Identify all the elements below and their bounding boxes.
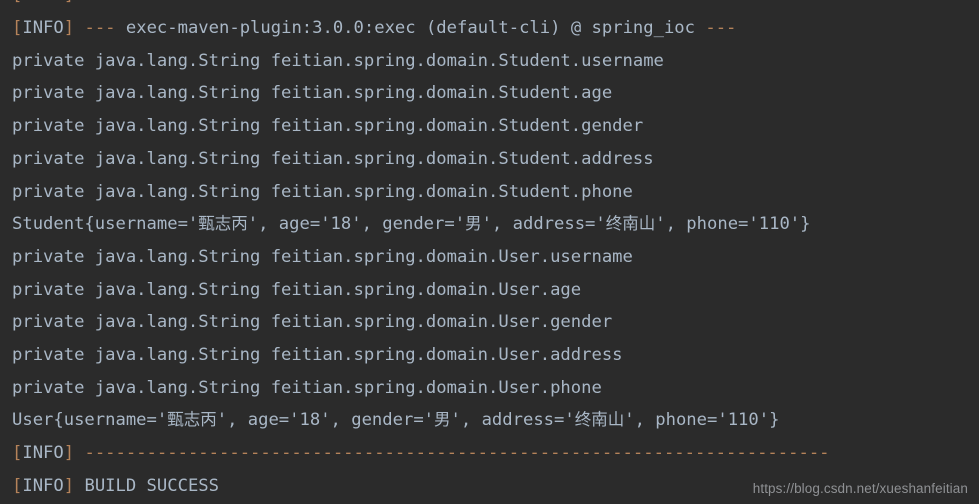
line-1-exec-maven-plugin: [INFO] --- exec-maven-plugin:3.0.0:exec … <box>12 17 736 39</box>
text-plain: private java.lang.String feitian.spring.… <box>12 83 613 103</box>
text-info-word: INFO <box>22 476 64 496</box>
line-5-student-address: private java.lang.String feitian.spring.… <box>12 148 654 170</box>
text-plain: ', age='18', gender=' <box>247 214 466 234</box>
text-dash: --- <box>74 18 126 38</box>
line-2-student-username: private java.lang.String feitian.spring.… <box>12 50 664 72</box>
text-info-word: INFO <box>22 0 63 5</box>
line-8-user-username: private java.lang.String feitian.spring.… <box>12 246 633 268</box>
text-plain: Student{username=' <box>12 214 199 234</box>
text-plain: private java.lang.String feitian.spring.… <box>12 149 654 169</box>
maven-console-output-panel[interactable]: [INFO][INFO] --- exec-maven-plugin:3.0.0… <box>0 0 979 504</box>
text-info-bracket: ] <box>63 18 75 38</box>
line-4-student-gender: private java.lang.String feitian.spring.… <box>12 115 643 137</box>
line-11-user-address: private java.lang.String feitian.spring.… <box>12 344 623 366</box>
text-dash: ----------------------------------------… <box>74 443 830 463</box>
text-info-bracket: [ <box>12 476 23 496</box>
text-plain: private java.lang.String feitian.spring.… <box>12 116 644 136</box>
line-15-build-success: [INFO] BUILD SUCCESS <box>12 475 219 497</box>
line-10-user-gender: private java.lang.String feitian.spring.… <box>12 311 612 333</box>
text-info-bracket: [ <box>12 443 23 463</box>
cjk-text: 终南山 <box>574 410 625 429</box>
text-plain: User{username=' <box>12 410 168 430</box>
line-6-student-phone: private java.lang.String feitian.spring.… <box>12 181 633 203</box>
line-7-student-tostring: Student{username='甄志丙', age='18', gender… <box>12 213 810 235</box>
cjk-text: 甄志丙 <box>198 214 248 233</box>
text-info-bracket: ] <box>64 0 74 5</box>
text-plain: ', address=' <box>481 214 606 234</box>
text-plain: ', phone='110'} <box>655 214 811 234</box>
cjk-text: 终南山 <box>605 214 656 233</box>
text-plain: private java.lang.String feitian.spring.… <box>12 247 633 267</box>
text-info-bracket: [ <box>12 18 23 38</box>
text-plain: ', address=' <box>450 410 575 430</box>
line-3-student-age: private java.lang.String feitian.spring.… <box>12 82 612 104</box>
text-plain: private java.lang.String feitian.spring.… <box>12 182 633 202</box>
text-plain: private java.lang.String feitian.spring.… <box>12 312 613 332</box>
cjk-text: 男 <box>434 410 451 429</box>
text-plain: BUILD SUCCESS <box>74 476 219 496</box>
text-plain: private java.lang.String feitian.spring.… <box>12 280 582 300</box>
line-0-clipped-info: [INFO] <box>12 0 74 6</box>
cjk-text: 男 <box>465 214 482 233</box>
line-14-separator: [INFO] ---------------------------------… <box>12 442 830 464</box>
line-12-user-phone: private java.lang.String feitian.spring.… <box>12 377 602 399</box>
cjk-text: 甄志丙 <box>167 410 217 429</box>
text-info-bracket: ] <box>63 476 75 496</box>
text-plain: private java.lang.String feitian.spring.… <box>12 378 602 398</box>
text-info-bracket: [ <box>12 0 22 5</box>
text-info-word: INFO <box>22 443 64 463</box>
line-9-user-age: private java.lang.String feitian.spring.… <box>12 279 581 301</box>
line-13-user-tostring: User{username='甄志丙', age='18', gender='男… <box>12 409 779 431</box>
text-info-word: INFO <box>22 18 64 38</box>
text-plain: private java.lang.String feitian.spring.… <box>12 51 664 71</box>
text-plain: ', age='18', gender=' <box>216 410 435 430</box>
text-plain: exec-maven-plugin:3.0.0:exec (default-cl… <box>125 18 706 38</box>
text-plain: private java.lang.String feitian.spring.… <box>12 345 623 365</box>
text-info-bracket: ] <box>63 443 75 463</box>
text-dash: --- <box>705 18 737 38</box>
text-plain: ', phone='110'} <box>624 410 780 430</box>
